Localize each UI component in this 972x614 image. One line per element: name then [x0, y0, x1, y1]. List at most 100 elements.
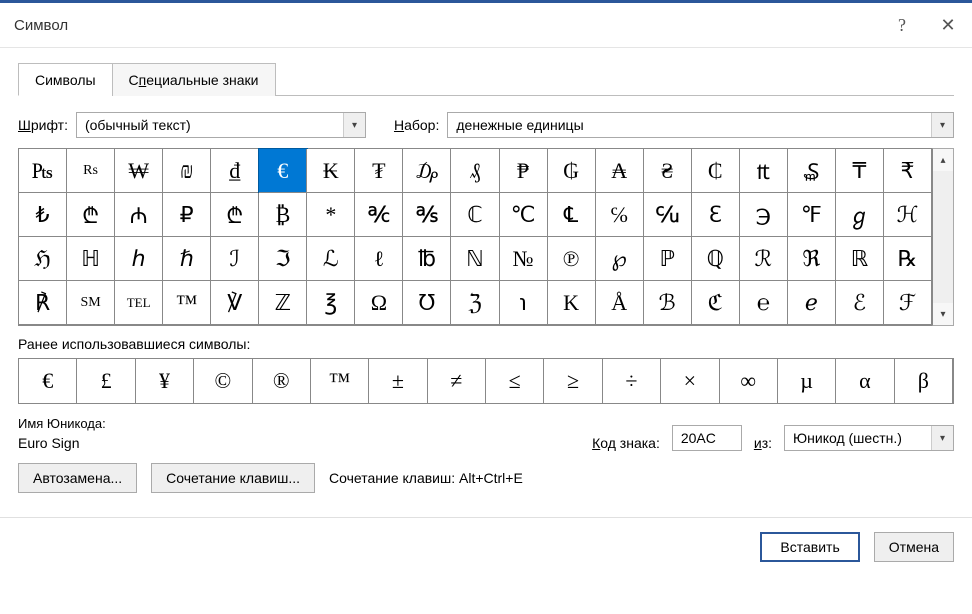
symbol-cell[interactable]: ₱ [500, 149, 548, 193]
chevron-down-icon[interactable]: ▾ [931, 426, 953, 450]
symbol-cell[interactable]: ℨ [451, 281, 499, 325]
symbol-cell[interactable]: ℮ [740, 281, 788, 325]
close-icon[interactable]: ✕ [928, 11, 968, 39]
symbol-cell[interactable]: ℥ [307, 281, 355, 325]
insert-button[interactable]: Вставить [760, 532, 859, 562]
symbol-cell[interactable]: ₶ [740, 149, 788, 193]
symbol-cell[interactable]: ℛ [740, 237, 788, 281]
symbol-cell[interactable]: ₸ [836, 149, 884, 193]
symbol-cell[interactable]: ℣ [211, 281, 259, 325]
symbol-cell[interactable]: ₲ [548, 149, 596, 193]
code-input[interactable] [672, 425, 742, 451]
symbol-cell[interactable]: ℀ [355, 193, 403, 237]
symbol-cell[interactable]: ℟ [19, 281, 67, 325]
symbol-cell[interactable]: ℆ [644, 193, 692, 237]
recent-grid[interactable]: €£¥©®™±≠≤≥÷×∞µαβ [18, 358, 954, 404]
symbol-cell[interactable]: ℰ [836, 281, 884, 325]
symbol-cell[interactable]: ℝ [836, 237, 884, 281]
symbol-cell[interactable]: ₼ [115, 193, 163, 237]
symbol-cell[interactable]: ℌ [19, 237, 67, 281]
symbol-cell[interactable]: ℩ [500, 281, 548, 325]
symbol-cell[interactable]: ℂ [451, 193, 499, 237]
symbol-cell[interactable]: ℊ [836, 193, 884, 237]
symbol-cell[interactable]: ℚ [692, 237, 740, 281]
symbol-cell[interactable]: ℎ [115, 237, 163, 281]
scroll-down-icon[interactable]: ▾ [933, 303, 953, 325]
symbol-cell[interactable]: € [259, 149, 307, 193]
recent-symbol-cell[interactable]: µ [778, 359, 836, 403]
symbol-cell[interactable]: ₯ [403, 149, 451, 193]
symbol-cell[interactable]: ₳ [596, 149, 644, 193]
recent-symbol-cell[interactable]: ± [369, 359, 427, 403]
symbol-cell[interactable]: ℔ [403, 237, 451, 281]
recent-symbol-cell[interactable]: € [19, 359, 77, 403]
recent-symbol-cell[interactable]: ¥ [136, 359, 194, 403]
recent-symbol-cell[interactable]: β [895, 359, 953, 403]
symbol-cell[interactable]: ℄ [548, 193, 596, 237]
symbol-cell[interactable]: ₾ [211, 193, 259, 237]
symbol-cell[interactable]: ℋ [884, 193, 932, 237]
autocorrect-button[interactable]: Автозамена... [18, 463, 137, 493]
recent-symbol-cell[interactable]: ∞ [720, 359, 778, 403]
recent-symbol-cell[interactable]: α [836, 359, 894, 403]
symbol-grid[interactable]: ₧Rs₩₪₫€₭₮₯₰₱₲₳₴₵₶₷₸₹₺₾₼₽₾₿*℀℁ℂ℃℄℅℆ℇ℈℉ℊℋℌ… [18, 148, 932, 326]
symbol-cell[interactable]: № [500, 237, 548, 281]
symbol-cell[interactable]: ℁ [403, 193, 451, 237]
font-combo[interactable]: (обычный текст) ▾ [76, 112, 366, 138]
symbol-cell[interactable]: ℅ [596, 193, 644, 237]
scroll-track[interactable] [933, 171, 953, 303]
recent-symbol-cell[interactable]: × [661, 359, 719, 403]
symbol-cell[interactable]: * [307, 193, 355, 237]
cancel-button[interactable]: Отмена [874, 532, 954, 562]
tab-symbols[interactable]: Символы [18, 63, 113, 96]
symbol-cell[interactable]: ₿ [259, 193, 307, 237]
symbol-cell[interactable]: ℞ [884, 237, 932, 281]
symbol-cell[interactable]: ℒ [307, 237, 355, 281]
symbol-cell[interactable]: ℙ [644, 237, 692, 281]
symbol-cell[interactable]: ℕ [451, 237, 499, 281]
symbol-cell[interactable]: ℍ [67, 237, 115, 281]
help-icon[interactable]: ? [882, 11, 922, 39]
tab-special[interactable]: Специальные знаки [112, 63, 276, 96]
symbol-cell[interactable]: SM [67, 281, 115, 325]
symbol-cell[interactable]: ₹ [884, 149, 932, 193]
symbol-cell[interactable]: ₰ [451, 149, 499, 193]
subset-combo[interactable]: денежные единицы ▾ [447, 112, 954, 138]
from-combo[interactable]: Юникод (шестн.) ▾ [784, 425, 954, 451]
symbol-cell[interactable]: ₫ [211, 149, 259, 193]
symbol-cell[interactable]: ℱ [884, 281, 932, 325]
symbol-cell[interactable]: ℓ [355, 237, 403, 281]
symbol-cell[interactable]: ℗ [548, 237, 596, 281]
shortcut-button[interactable]: Сочетание клавиш... [151, 463, 315, 493]
symbol-cell[interactable]: ℐ [211, 237, 259, 281]
symbol-cell[interactable]: ℯ [788, 281, 836, 325]
chevron-down-icon[interactable]: ▾ [931, 113, 953, 137]
chevron-down-icon[interactable]: ▾ [343, 113, 365, 137]
symbol-cell[interactable]: Å [596, 281, 644, 325]
symbol-cell[interactable]: Ω [355, 281, 403, 325]
symbol-cell[interactable]: TEL [115, 281, 163, 325]
symbol-cell[interactable]: ₧ [19, 149, 67, 193]
symbol-cell[interactable]: ₷ [788, 149, 836, 193]
vertical-scrollbar[interactable]: ▴ ▾ [932, 148, 954, 326]
recent-symbol-cell[interactable]: ≤ [486, 359, 544, 403]
symbol-cell[interactable]: ℉ [788, 193, 836, 237]
symbol-cell[interactable]: ℃ [500, 193, 548, 237]
symbol-cell[interactable]: K [548, 281, 596, 325]
symbol-cell[interactable]: ℤ [259, 281, 307, 325]
symbol-cell[interactable]: ₩ [115, 149, 163, 193]
symbol-cell[interactable]: ₺ [19, 193, 67, 237]
symbol-cell[interactable]: Rs [67, 149, 115, 193]
recent-symbol-cell[interactable]: © [194, 359, 252, 403]
symbol-cell[interactable]: ℜ [788, 237, 836, 281]
scroll-up-icon[interactable]: ▴ [933, 149, 953, 171]
recent-symbol-cell[interactable]: ® [253, 359, 311, 403]
symbol-cell[interactable]: ℧ [403, 281, 451, 325]
recent-symbol-cell[interactable]: ÷ [603, 359, 661, 403]
symbol-cell[interactable]: ℭ [692, 281, 740, 325]
symbol-cell[interactable]: ℇ [692, 193, 740, 237]
recent-symbol-cell[interactable]: ≠ [428, 359, 486, 403]
recent-symbol-cell[interactable]: £ [77, 359, 135, 403]
symbol-cell[interactable]: ℈ [740, 193, 788, 237]
symbol-cell[interactable]: ₪ [163, 149, 211, 193]
